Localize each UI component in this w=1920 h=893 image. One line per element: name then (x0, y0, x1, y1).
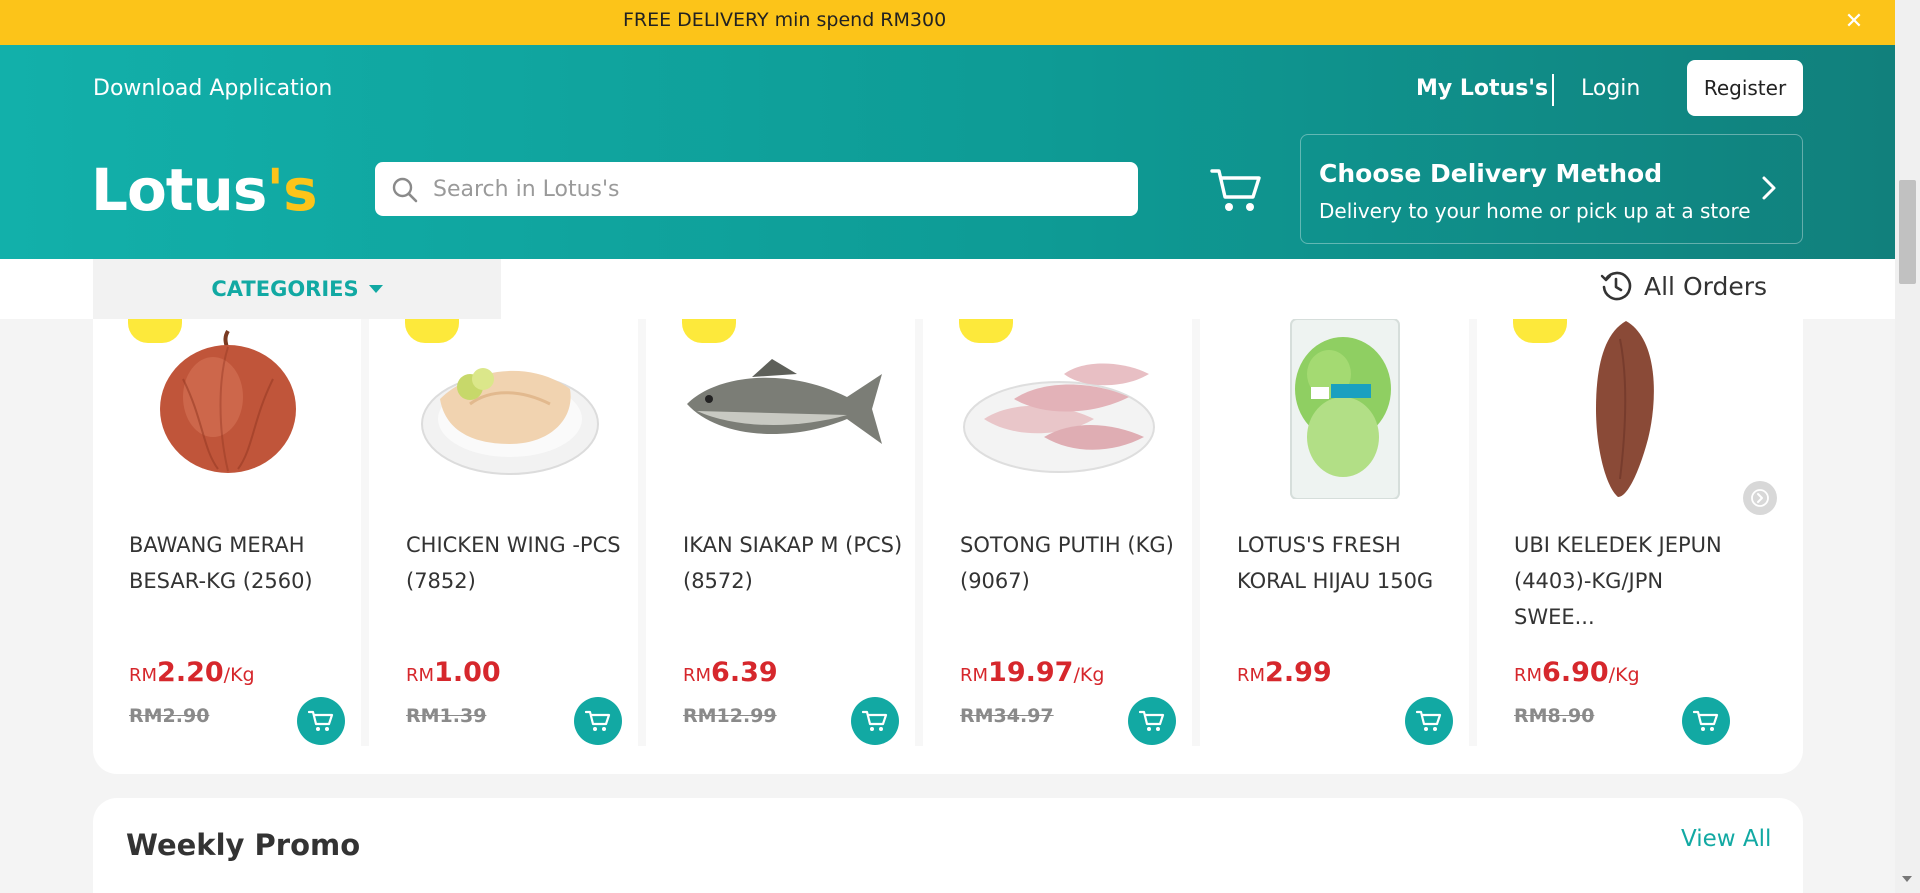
product-image-red-onion (160, 329, 296, 473)
product-price: RM6.90/Kg (1514, 657, 1640, 688)
product-name[interactable]: IKAN SIAKAP M (PCS) (8572) (683, 527, 913, 599)
cart-icon (1416, 710, 1442, 731)
download-application-link[interactable]: Download Application (93, 76, 332, 101)
add-to-cart-button[interactable] (851, 697, 899, 745)
product-carousel: BAWANG MERAH BESAR-KG (2560) RM2.20/Kg R… (93, 319, 1803, 774)
categories-bar: CATEGORIES All Orders (0, 259, 1895, 319)
product-separator (638, 319, 646, 746)
cart-icon (308, 710, 334, 731)
product-price: RM2.99 (1237, 657, 1332, 688)
cart-icon (585, 710, 611, 731)
product-price: RM19.97/Kg (960, 657, 1105, 688)
page-scrollbar[interactable] (1895, 0, 1920, 893)
add-to-cart-button[interactable] (1128, 697, 1176, 745)
categories-dropdown[interactable]: CATEGORIES (93, 259, 501, 319)
delivery-subtitle: Delivery to your home or pick up at a st… (1319, 199, 1751, 223)
product-card[interactable]: SOTONG PUTIH (KG) (9067) RM19.97/Kg RM34… (924, 319, 1192, 746)
product-price: RM2.20/Kg (129, 657, 255, 688)
history-clock-icon (1600, 271, 1632, 301)
product-image-squid (963, 363, 1155, 473)
logo-accent: 's (266, 156, 317, 224)
caret-down-icon (368, 285, 383, 293)
delivery-title: Choose Delivery Method (1319, 159, 1663, 188)
all-orders-label: All Orders (1644, 271, 1768, 301)
site-header: Download Application My Lotus's Login Re… (0, 45, 1895, 259)
product-old-price: RM1.39 (406, 705, 487, 727)
close-icon[interactable]: ✕ (1842, 10, 1866, 34)
logo-main: Lotus (91, 156, 267, 224)
categories-label: CATEGORIES (211, 277, 359, 301)
product-card[interactable]: BAWANG MERAH BESAR-KG (2560) RM2.20/Kg R… (93, 319, 361, 746)
product-card[interactable]: CHICKEN WING -PCS (7852) RM1.00 RM1.39 (370, 319, 638, 746)
product-old-price: RM34.97 (960, 705, 1054, 727)
product-card[interactable]: UBI KELEDEK JEPUN (4403)-KG/JPN SWEE... … (1478, 319, 1746, 746)
product-old-price: RM12.99 (683, 705, 777, 727)
product-separator (1192, 319, 1200, 746)
product-price: RM1.00 (406, 657, 501, 688)
product-separator (1469, 319, 1477, 746)
search-icon[interactable] (390, 175, 420, 205)
search-input[interactable] (433, 162, 1123, 216)
header-divider (1552, 74, 1554, 106)
promo-text: FREE DELIVERY min spend RM300 (623, 9, 947, 31)
product-card[interactable]: LOTUS'S FRESH KORAL HIJAU 150G RM2.99 (1201, 319, 1469, 746)
product-name[interactable]: SOTONG PUTIH (KG) (9067) (960, 527, 1190, 599)
product-card[interactable]: IKAN SIAKAP M (PCS) (8572) RM6.39 RM12.9… (647, 319, 915, 746)
login-link[interactable]: Login (1581, 76, 1640, 101)
weekly-promo-section: Weekly Promo View All (93, 798, 1803, 893)
cart-icon (1693, 710, 1719, 731)
cart-icon (862, 710, 888, 731)
product-name[interactable]: UBI KELEDEK JEPUN (4403)-KG/JPN SWEE... (1514, 527, 1744, 635)
scrollbar-thumb[interactable] (1899, 180, 1916, 284)
product-price: RM6.39 (683, 657, 778, 688)
chevron-right-icon (1762, 176, 1776, 200)
view-all-link[interactable]: View All (1681, 826, 1771, 852)
search-bar (375, 162, 1138, 216)
product-image-lettuce (1290, 319, 1400, 499)
add-to-cart-button[interactable] (574, 697, 622, 745)
all-orders-link[interactable]: All Orders (1600, 270, 1767, 302)
choose-delivery-method-button[interactable]: Choose Delivery Method Delivery to your … (1300, 134, 1803, 244)
chevron-right-icon (1751, 489, 1769, 507)
carousel-next-button[interactable] (1743, 481, 1777, 515)
cart-icon[interactable] (1210, 165, 1262, 215)
weekly-promo-title: Weekly Promo (126, 828, 361, 862)
scroll-down-arrow-icon[interactable] (1902, 876, 1912, 882)
product-old-price: RM8.90 (1514, 705, 1595, 727)
add-to-cart-button[interactable] (1405, 697, 1453, 745)
product-image-fish (687, 359, 882, 444)
register-button[interactable]: Register (1687, 60, 1803, 116)
promo-bar: FREE DELIVERY min spend RM300 ✕ (0, 0, 1895, 45)
my-lotus-link[interactable]: My Lotus's (1416, 76, 1548, 101)
product-old-price: RM2.90 (129, 705, 210, 727)
product-name[interactable]: BAWANG MERAH BESAR-KG (2560) (129, 527, 359, 599)
product-separator (915, 319, 923, 746)
product-name[interactable]: LOTUS'S FRESH KORAL HIJAU 150G (1237, 527, 1467, 599)
product-image-chicken-wing (421, 368, 599, 475)
add-to-cart-button[interactable] (1682, 697, 1730, 745)
add-to-cart-button[interactable] (297, 697, 345, 745)
cart-icon (1139, 710, 1165, 731)
product-separator (361, 319, 369, 746)
product-image-sweet-potato (1596, 321, 1654, 497)
lotus-logo[interactable]: Lotus's (91, 156, 318, 224)
product-name[interactable]: CHICKEN WING -PCS (7852) (406, 527, 636, 599)
